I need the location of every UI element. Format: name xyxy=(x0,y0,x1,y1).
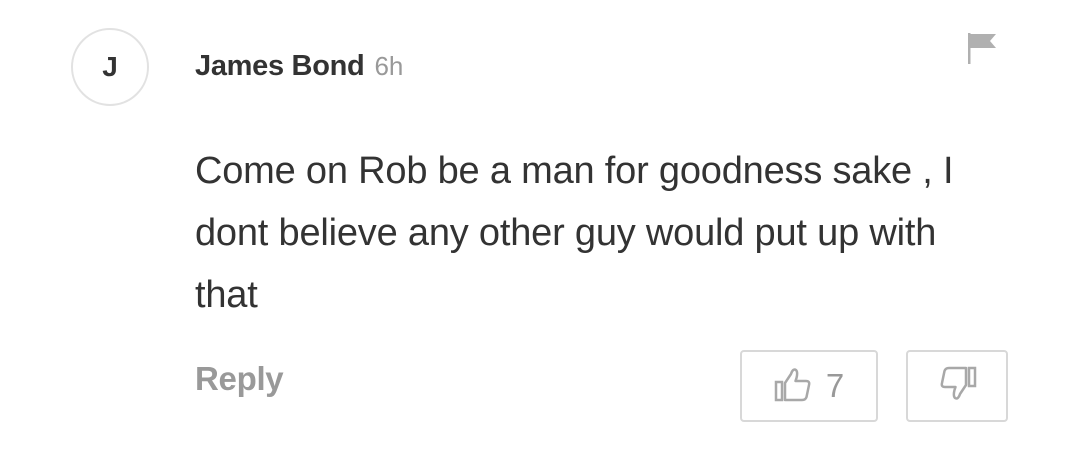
reply-button[interactable]: Reply xyxy=(195,360,284,398)
author-name[interactable]: James Bond xyxy=(195,50,365,83)
flag-icon[interactable] xyxy=(964,30,1000,66)
downvote-button[interactable] xyxy=(906,350,1008,422)
upvote-button[interactable]: 7 xyxy=(740,350,878,422)
comment-header: James Bond 6h xyxy=(195,50,403,90)
upvote-count: 7 xyxy=(825,367,845,404)
comment-body: Come on Rob be a man for goodness sake ,… xyxy=(195,150,954,316)
thumbs-up-icon xyxy=(774,364,814,409)
avatar[interactable]: J xyxy=(71,28,149,106)
comment-timestamp: 6h xyxy=(374,51,404,81)
thumbs-down-icon xyxy=(937,364,977,409)
